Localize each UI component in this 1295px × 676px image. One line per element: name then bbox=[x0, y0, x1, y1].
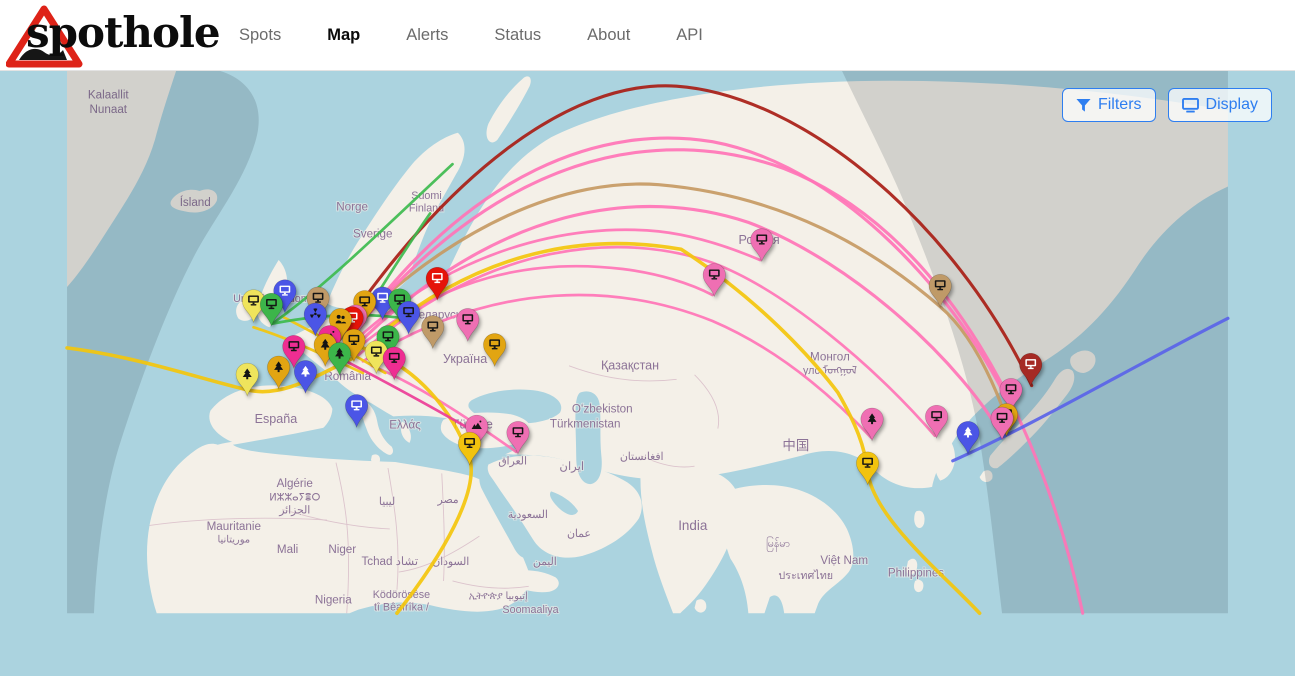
logo[interactable]: spothole bbox=[0, 0, 205, 70]
display-button[interactable]: Display bbox=[1168, 88, 1272, 122]
country-label: مصر bbox=[437, 494, 459, 506]
nav-item-spots[interactable]: Spots bbox=[239, 26, 281, 45]
country-label: موريتانيا bbox=[217, 534, 250, 545]
filters-button-label: Filters bbox=[1098, 96, 1142, 114]
filters-button[interactable]: Filters bbox=[1062, 88, 1156, 122]
country-label: Україна bbox=[443, 352, 487, 366]
display-monitor-icon bbox=[1182, 98, 1199, 113]
country-label: عمان bbox=[567, 528, 591, 540]
logo-text: spothole bbox=[26, 8, 220, 57]
country-label: Tchad تشاد bbox=[361, 555, 418, 568]
map-pin-monitor[interactable] bbox=[856, 452, 878, 485]
country-label: Монгол bbox=[810, 350, 850, 363]
country-label: الجزائر bbox=[278, 505, 310, 517]
country-label: اليمن bbox=[533, 556, 557, 568]
country-label: Nigeria bbox=[315, 593, 352, 606]
country-label: улс ᠮᠣᠩᠭᠣᠯ bbox=[803, 364, 857, 377]
country-label: ኢትዮጵያ إتيوبيا bbox=[469, 591, 528, 602]
country-label: မြန်မာ bbox=[766, 536, 790, 552]
country-label: Niger bbox=[328, 543, 356, 556]
country-label: ليبيا bbox=[379, 496, 395, 508]
country-label: Mauritanie bbox=[207, 520, 261, 533]
nav-item-about[interactable]: About bbox=[587, 26, 630, 45]
country-label: السعودية bbox=[508, 509, 548, 521]
country-label: Norge bbox=[336, 201, 368, 214]
map-pin-tree[interactable] bbox=[267, 356, 289, 389]
country-label: Türkmenistan bbox=[550, 418, 621, 431]
country-label: India bbox=[678, 518, 708, 533]
filter-funnel-icon bbox=[1076, 98, 1091, 113]
country-label: ⵍⵣⵣⴰⵢⴻⵔ bbox=[269, 492, 320, 503]
country-label: Algérie bbox=[277, 477, 313, 490]
app-header: spothole Spots Map Alerts Status About API bbox=[0, 0, 1295, 71]
main-nav: Spots Map Alerts Status About API bbox=[239, 26, 703, 45]
country-label: افغانستان bbox=[620, 451, 664, 463]
country-label: ایران bbox=[559, 460, 584, 473]
display-button-label: Display bbox=[1206, 96, 1258, 114]
map-canvas[interactable]: KalaallitNunaatÍslandNorgeSuomiFinlandSv… bbox=[0, 70, 1295, 676]
map-controls: Filters Display bbox=[1062, 88, 1272, 122]
world-map: KalaallitNunaatÍslandNorgeSuomiFinlandSv… bbox=[0, 70, 1295, 676]
country-label: Қазақстан bbox=[601, 358, 659, 372]
country-label: Ελλάς bbox=[389, 419, 421, 432]
country-label: ประเทศไทย bbox=[778, 569, 833, 582]
nav-item-api[interactable]: API bbox=[676, 26, 703, 45]
country-label: Việt Nam bbox=[820, 554, 868, 567]
country-label: Mali bbox=[277, 543, 298, 556]
country-label: Oʻzbekiston bbox=[572, 402, 633, 415]
country-label: 中国 bbox=[782, 438, 809, 453]
country-label: España bbox=[255, 412, 298, 426]
nav-item-map[interactable]: Map bbox=[327, 26, 360, 45]
country-label: العراق bbox=[498, 455, 527, 467]
nav-item-status[interactable]: Status bbox=[494, 26, 541, 45]
country-label: Ködörösêse bbox=[373, 589, 430, 601]
nav-item-alerts[interactable]: Alerts bbox=[406, 26, 448, 45]
country-label: Soomaaliya bbox=[502, 604, 558, 616]
